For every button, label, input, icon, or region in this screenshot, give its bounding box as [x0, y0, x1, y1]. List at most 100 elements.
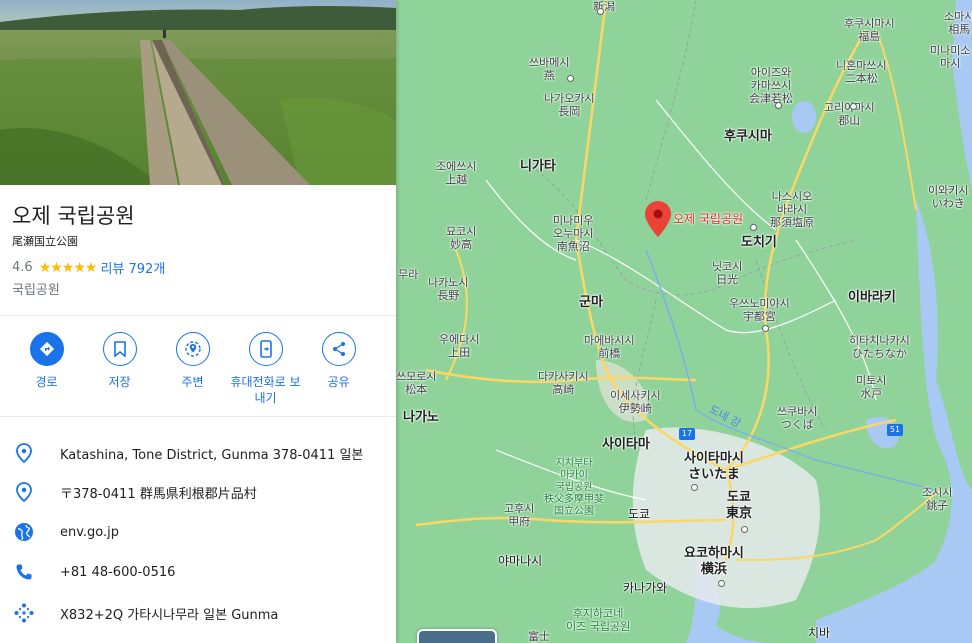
map-label-tokyo-pref: 도쿄	[628, 507, 651, 521]
route-shield-17: 17	[679, 428, 695, 440]
map-label-nasushiobara: 나스시오 바라시 那須塩原	[770, 190, 814, 229]
city-dot	[850, 103, 857, 110]
map-label-fuji: 富士	[528, 630, 550, 643]
action-bar: 경로 저장 주변 휴대전화로 보내기 공유	[10, 332, 386, 406]
reviews-link[interactable]: 리뷰 792개	[100, 258, 165, 277]
nearby-button[interactable]: 주변	[156, 332, 229, 406]
place-category[interactable]: 국립공원	[12, 279, 60, 298]
map-label-tokyo: 도쿄 東京	[726, 490, 753, 521]
city-dot	[750, 224, 757, 231]
phone-number: +81 48-600-0516	[60, 564, 176, 580]
map-label-iwaki: 이와키시 いわき	[928, 184, 969, 210]
city-dot	[741, 526, 748, 533]
city-dot	[775, 102, 782, 109]
website-row[interactable]: env.go.jp	[0, 512, 396, 552]
layer-thumbnail[interactable]	[417, 629, 497, 643]
directions-icon	[29, 332, 64, 366]
place-pin-icon[interactable]	[645, 201, 671, 237]
map-label-joetsu: 조에쓰시 上越	[436, 160, 477, 186]
map-label-tsukuba: 쓰쿠바시 つくば	[777, 405, 818, 431]
map-label-saitama-pref: 사이타마	[602, 437, 650, 452]
address-text: Katashina, Tone District, Gunma 378-0411…	[60, 447, 364, 463]
directions-label: 경로	[35, 375, 58, 389]
map-label-hitachinaka: 히타치나카시 ひたちなか	[849, 334, 910, 360]
plus-code-row[interactable]: X832+2Q 가타시나무라 일본 Gunma	[0, 593, 396, 633]
map-label-nagano-left: 무라	[398, 268, 419, 281]
city-dot	[718, 580, 725, 587]
rating-value: 4.6	[12, 260, 33, 275]
pin-label[interactable]: 오제 국립공원	[673, 213, 743, 226]
map-label-komoro: 쓰모로시 松本	[396, 370, 437, 396]
map-label-mito: 미토시 水戸	[856, 374, 887, 400]
map-label-fukushima-pref: 후쿠시마	[724, 129, 772, 144]
rating-row: 4.6 ★★★★★ 리뷰 792개	[12, 258, 165, 278]
map-label-tsubame: 쓰바메시 燕	[529, 56, 570, 82]
map-label-minamiuonuma: 미나미우 오누마시 南魚沼	[553, 214, 594, 253]
divider	[0, 315, 396, 316]
map-label-nagaoka: 나가오카시 長岡	[544, 92, 595, 118]
map-label-soma: 소마시 相馬	[944, 10, 972, 36]
map-label-utsunomiya: 우쓰노미야시 宇都宮	[729, 297, 790, 323]
map-label-nihonmatsu: 니혼마쓰시 二本松	[836, 59, 887, 85]
map-label-nikko: 닛코시 日光	[712, 260, 743, 286]
map-label-yokohama: 요코하마시 横浜	[684, 546, 744, 577]
map-label-ueda: 우에다시 上田	[439, 333, 480, 359]
boardwalk-photo	[0, 0, 396, 185]
place-title: 오제 국립공원	[12, 204, 135, 228]
map-label-aizu: 아이즈와 카마쓰시 会津若松	[749, 66, 793, 105]
map-label-nakano: 나카노시 長野	[428, 276, 469, 302]
map-label-niigata-pref: 니가타	[520, 159, 556, 174]
map-label-kanagawa-pref: 카나가와	[623, 581, 668, 595]
map-label-kofu: 고후시 甲府	[504, 502, 535, 528]
rating-stars-icon: ★★★★★	[38, 259, 98, 276]
place-native-name: 尾瀬国立公園	[12, 235, 78, 248]
plus-code-text: X832+2Q 가타시나무라 일본 Gunma	[60, 607, 279, 623]
map-label-chichibu-park: 지치부타 마카이 국립공원 秩父多摩甲斐 国立公園	[544, 458, 604, 517]
place-panel: 오제 국립공원 尾瀬国立公園 4.6 ★★★★★ 리뷰 792개 국립공원 경로…	[0, 0, 396, 643]
map-label-yamanashi-pref: 야마나시	[498, 554, 543, 568]
nearby-icon	[175, 332, 210, 366]
save-button[interactable]: 저장	[83, 332, 156, 406]
location-pin-icon	[12, 480, 36, 504]
map-label-nagano-pref: 나가노	[403, 410, 439, 425]
phone-icon	[12, 560, 36, 584]
address-ja-row[interactable]: 〒378-0411 群馬県利根郡片品村	[0, 472, 396, 512]
website-link[interactable]: env.go.jp	[60, 525, 119, 540]
phone-row[interactable]: +81 48-600-0516	[0, 552, 396, 592]
globe-icon	[12, 520, 36, 544]
map-label-minamisoma: 미나미소 마시	[930, 44, 971, 70]
address-row[interactable]: Katashina, Tone District, Gunma 378-0411…	[0, 433, 396, 473]
map-label-choshi: 조시시 銚子	[922, 486, 953, 512]
share-icon	[321, 332, 356, 366]
share-button[interactable]: 공유	[302, 332, 375, 406]
map-canvas[interactable]: 오제 국립공원 新潟 쓰바메시 燕 나가오카시 長岡 아이즈와 카마쓰시 会津若…	[396, 0, 972, 643]
bookmark-icon	[102, 332, 137, 366]
map-label-ibaraki-pref: 이바라키	[848, 290, 896, 305]
nearby-label: 주변	[181, 375, 204, 389]
city-dot	[691, 484, 698, 491]
city-dot	[762, 325, 769, 332]
map-label-fukushima: 후쿠시마시 福島	[844, 17, 895, 43]
map-label-fuji-park: 후지하코네 이즈 국립공원	[566, 607, 631, 633]
location-pin-icon	[12, 441, 36, 465]
map-label-chiba-pref: 치바	[808, 626, 831, 640]
send-to-phone-icon	[248, 332, 283, 366]
divider	[0, 416, 396, 417]
send-to-phone-label: 휴대전화로 보내기	[230, 375, 301, 405]
city-dot	[567, 75, 574, 82]
map-label-isesaki: 이세사키시 伊勢崎	[610, 389, 661, 415]
map-label-gunma-pref: 군마	[579, 295, 603, 310]
address-ja-text: 〒378-0411 群馬県利根郡片品村	[60, 486, 257, 502]
map-label-tochigi-pref: 도치기	[741, 235, 777, 250]
city-dot	[597, 8, 604, 15]
map-label-takasaki: 다카사키시 高崎	[538, 370, 589, 396]
share-label: 공유	[327, 375, 350, 389]
map-label-saitama-city: 사이타마시 さいたま	[684, 451, 744, 482]
plus-code-icon	[12, 601, 36, 625]
directions-button[interactable]: 경로	[10, 332, 83, 406]
map-label-myoko: 묘코시 妙高	[446, 225, 477, 251]
send-to-phone-button[interactable]: 휴대전화로 보내기	[229, 332, 302, 406]
route-shield-51: 51	[887, 424, 903, 436]
place-photo[interactable]	[0, 0, 396, 185]
save-label: 저장	[108, 375, 131, 389]
